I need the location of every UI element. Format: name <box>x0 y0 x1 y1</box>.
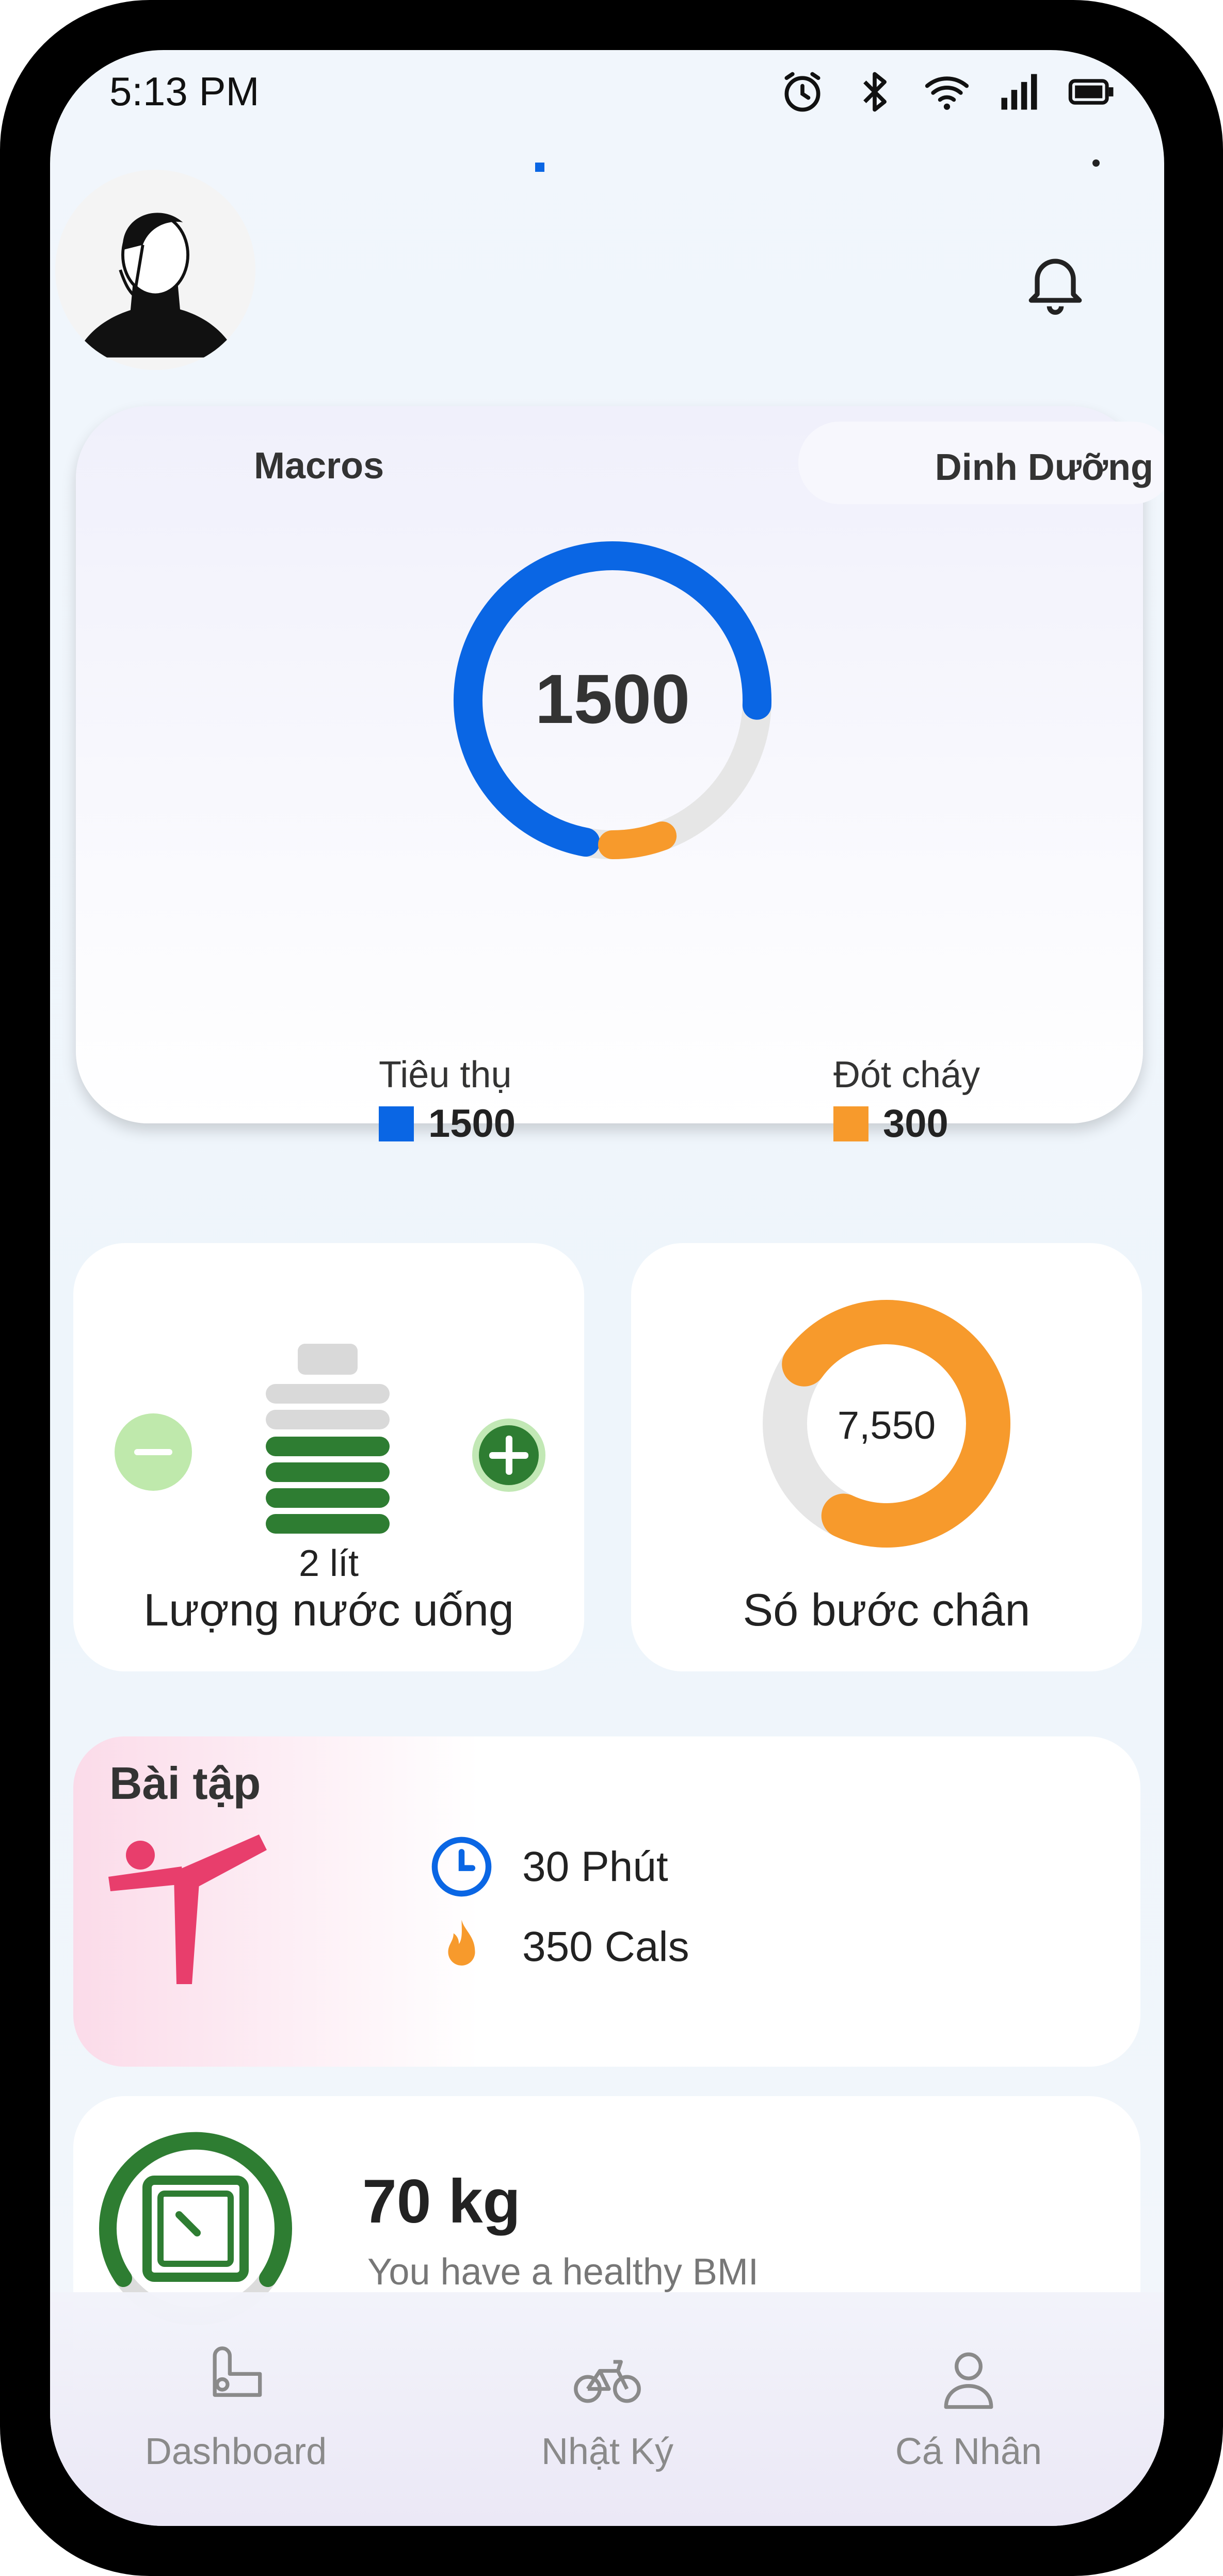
increase-water-button[interactable] <box>472 1419 545 1492</box>
steps-value: 7,550 <box>837 1404 936 1447</box>
calorie-total: 1500 <box>535 660 690 738</box>
phone-frame: 5:13 PM Macros Dinh Dưỡng 1500 Tiêu thụ … <box>0 0 1223 2576</box>
exercise-card[interactable]: Bài tập 30 Phút 350 Cals <box>73 1736 1140 2067</box>
tab-dinh-duong-label: Dinh Dưỡng <box>935 447 1153 488</box>
exercise-duration-text: 30 Phút <box>522 1843 668 1890</box>
bluetooth-icon <box>863 72 887 112</box>
nav-dashboard[interactable]: Dashboard <box>107 2344 365 2473</box>
flame-icon <box>448 1920 475 1966</box>
exercise-calories-text: 350 Cals <box>522 1923 689 1970</box>
kick-exercise-icon <box>108 1834 267 1984</box>
notification-bell-icon[interactable] <box>1019 246 1091 318</box>
legend-burned-swatch <box>833 1106 868 1141</box>
nav-nhat-ky-label: Nhật Ký <box>541 2431 674 2472</box>
status-time: 5:13 PM <box>109 69 260 114</box>
indicator-dot <box>1092 159 1100 167</box>
legend-burned-value: 300 <box>883 1102 948 1146</box>
legend-consumed: Tiêu thụ 1500 <box>379 1054 516 1146</box>
water-bottle-icon <box>266 1344 390 1534</box>
signal-icon <box>1001 74 1037 110</box>
tab-dinh-duong[interactable]: Dinh Dưỡng <box>798 422 1164 504</box>
donut-burned-arc <box>598 821 677 859</box>
bmi-weight: 70 kg <box>362 2167 521 2236</box>
avatar[interactable] <box>55 170 255 370</box>
app-screen: 5:13 PM Macros Dinh Dưỡng 1500 Tiêu thụ … <box>50 50 1164 2526</box>
legend-burned-label: Đót cháy <box>833 1054 980 1096</box>
legend-consumed-label: Tiêu thụ <box>379 1054 512 1096</box>
exercise-calories: 350 Cals <box>429 1914 689 1979</box>
alarm-icon <box>784 72 820 112</box>
nav-ca-nhan[interactable]: Cá Nhân <box>840 2344 1098 2473</box>
legend-consumed-value: 1500 <box>428 1102 516 1146</box>
wifi-icon <box>925 76 969 110</box>
nav-nhat-ky[interactable]: Nhật Ký <box>478 2344 736 2473</box>
battery-icon <box>1068 79 1114 105</box>
side-button <box>1208 640 1223 955</box>
nav-dashboard-label: Dashboard <box>144 2431 327 2472</box>
bmi-message: You have a healthy BMI <box>367 2251 759 2293</box>
steps-card[interactable]: 7,550 Só bước chân <box>631 1243 1142 1671</box>
tab-macros[interactable]: Macros <box>254 445 384 487</box>
nav-ca-nhan-label: Cá Nhân <box>895 2431 1042 2472</box>
bicycle-icon <box>574 2360 641 2403</box>
indicator-dot <box>535 163 544 172</box>
water-card-title: Lượng nước uống <box>143 1584 514 1635</box>
water-intake-card: 2 lít Lượng nước uống <box>73 1243 584 1671</box>
water-amount: 2 lít <box>298 1543 359 1584</box>
status-bar: 5:13 PM <box>50 50 1164 138</box>
steps-card-title: Só bước chân <box>743 1584 1031 1635</box>
clock-icon <box>431 1837 492 1897</box>
dashboard-icon <box>213 2346 262 2397</box>
exercise-duration: 30 Phút <box>429 1834 668 1899</box>
decrease-water-button[interactable] <box>115 1413 192 1491</box>
exercise-title: Bài tập <box>109 1758 261 1809</box>
user-avatar-illustration <box>75 213 238 358</box>
plus-icon <box>479 1425 539 1485</box>
legend-burned: Đót cháy 300 <box>833 1054 980 1146</box>
legend-consumed-swatch <box>379 1106 414 1141</box>
side-button <box>1208 1084 1223 1238</box>
person-icon <box>944 2352 993 2409</box>
bottom-nav: Dashboard Nhật Ký Cá Nhân <box>50 2292 1164 2526</box>
macros-card: Macros Dinh Dưỡng 1500 Tiêu thụ 1500 Đót… <box>76 406 1164 1146</box>
status-icons <box>779 68 1115 116</box>
